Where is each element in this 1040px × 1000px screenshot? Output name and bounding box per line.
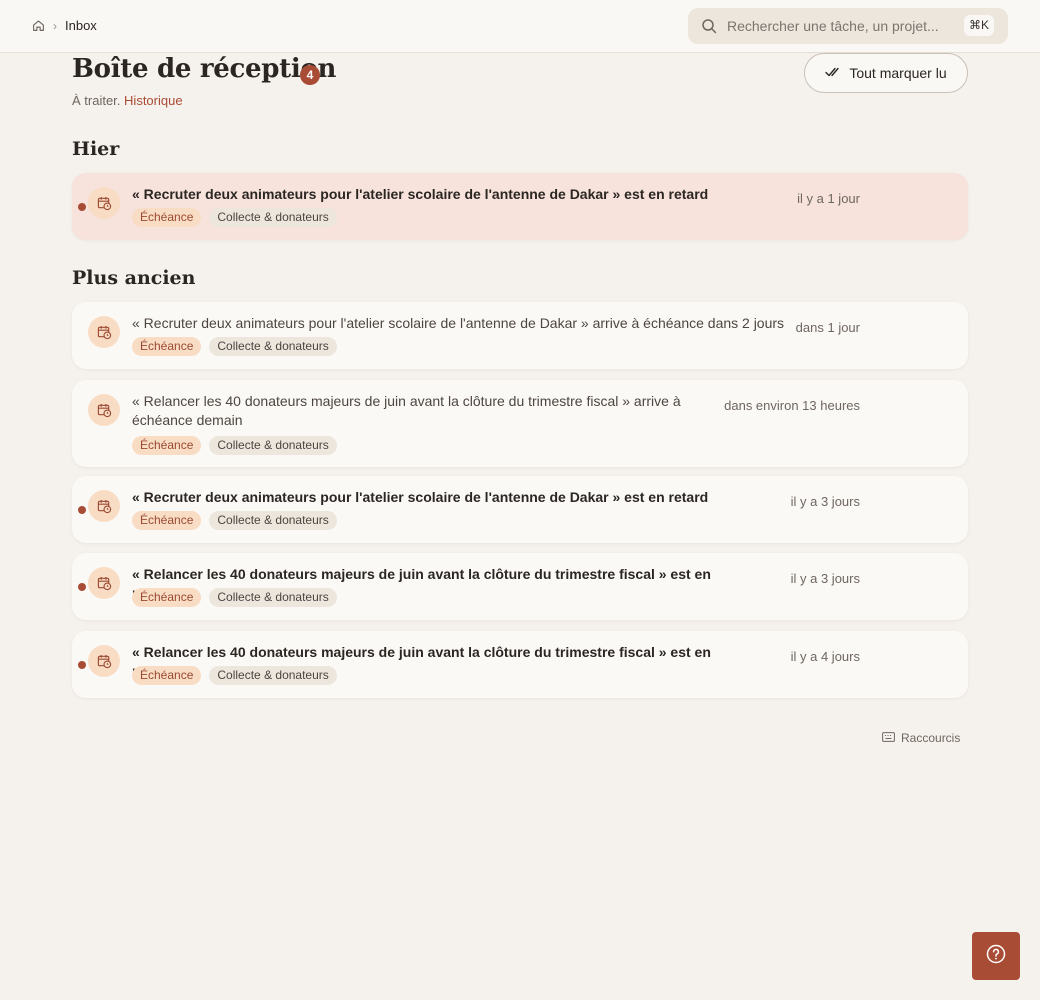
notification-item[interactable]: « Recruter deux animateurs pour l'atelie…	[72, 173, 968, 240]
unread-dot	[78, 506, 86, 514]
calendar-clock-icon	[88, 316, 120, 348]
unread-dot	[78, 661, 86, 669]
calendar-clock-icon	[88, 645, 120, 677]
notification-time: il y a 3 jours	[790, 571, 860, 586]
tag-due: Échéance	[132, 436, 202, 455]
notification-tags: Échéance Collecte & donateurs	[132, 588, 337, 607]
page-subtitle: À traiter. Historique	[72, 93, 183, 108]
section-title-older: Plus ancien	[72, 267, 196, 289]
notification-tags: Échéance Collecte & donateurs	[132, 208, 337, 227]
notification-item[interactable]: « Relancer les 40 donateurs majeurs de j…	[72, 380, 968, 467]
tag-project[interactable]: Collecte & donateurs	[209, 208, 337, 227]
double-check-icon	[825, 65, 841, 81]
tag-due: Échéance	[132, 588, 202, 607]
mark-all-read-button[interactable]: Tout marquer lu	[804, 53, 968, 93]
tag-due: Échéance	[132, 511, 202, 530]
notification-message: « Recruter deux animateurs pour l'atelie…	[132, 489, 709, 505]
notification-message: « Recruter deux animateurs pour l'atelie…	[132, 186, 709, 202]
search-input[interactable]: Rechercher une tâche, un projet... ⌘K	[688, 8, 1008, 44]
breadcrumb-current[interactable]: Inbox	[65, 18, 97, 33]
notification-item[interactable]: « Relancer les 40 donateurs majeurs de j…	[72, 631, 968, 698]
unread-dot	[78, 203, 86, 211]
page-title: Boîte de réception	[72, 54, 337, 84]
notification-tags: Échéance Collecte & donateurs	[132, 337, 337, 356]
top-bar: › Inbox Rechercher une tâche, un projet.…	[0, 0, 1040, 53]
help-button[interactable]	[972, 932, 1020, 980]
search-shortcut-badge: ⌘K	[963, 15, 994, 36]
chevron-right-icon: ›	[53, 18, 57, 33]
calendar-clock-icon	[88, 187, 120, 219]
notification-time: il y a 3 jours	[790, 494, 860, 509]
tag-due: Échéance	[132, 208, 202, 227]
notification-tags: Échéance Collecte & donateurs	[132, 436, 337, 455]
history-link[interactable]: Historique	[124, 93, 183, 108]
calendar-clock-icon	[88, 490, 120, 522]
tag-project[interactable]: Collecte & donateurs	[209, 588, 337, 607]
unread-count-badge: 4	[300, 65, 320, 85]
section-title-yesterday: Hier	[72, 138, 120, 160]
tag-project[interactable]: Collecte & donateurs	[209, 337, 337, 356]
mark-all-read-label: Tout marquer lu	[849, 65, 947, 81]
notification-time: il y a 1 jour	[797, 191, 860, 206]
subtitle-text: À traiter.	[72, 93, 121, 108]
shortcuts-button[interactable]: Raccourcis	[882, 731, 960, 745]
notification-time: dans 1 jour	[795, 320, 860, 335]
notification-item[interactable]: « Recruter deux animateurs pour l'atelie…	[72, 476, 968, 543]
help-icon	[986, 944, 1006, 969]
calendar-clock-icon	[88, 394, 120, 426]
notification-time: dans environ 13 heures	[724, 398, 860, 413]
search-icon	[701, 18, 717, 39]
notification-time: il y a 4 jours	[790, 649, 860, 664]
search-placeholder: Rechercher une tâche, un projet...	[727, 18, 939, 34]
notification-item[interactable]: « Relancer les 40 donateurs majeurs de j…	[72, 553, 968, 620]
unread-dot	[78, 583, 86, 591]
tag-project[interactable]: Collecte & donateurs	[209, 666, 337, 685]
notification-tags: Échéance Collecte & donateurs	[132, 511, 337, 530]
shortcuts-label: Raccourcis	[901, 731, 961, 745]
notification-message: « Recruter deux animateurs pour l'atelie…	[132, 315, 785, 331]
breadcrumb: › Inbox	[32, 18, 97, 33]
tag-project[interactable]: Collecte & donateurs	[209, 436, 337, 455]
notification-message: « Relancer les 40 donateurs majeurs de j…	[132, 393, 681, 428]
notification-tags: Échéance Collecte & donateurs	[132, 666, 337, 685]
keyboard-icon	[882, 731, 895, 745]
tag-due: Échéance	[132, 666, 202, 685]
notification-item[interactable]: « Recruter deux animateurs pour l'atelie…	[72, 302, 968, 369]
tag-due: Échéance	[132, 337, 202, 356]
calendar-clock-icon	[88, 567, 120, 599]
tag-project[interactable]: Collecte & donateurs	[209, 511, 337, 530]
home-icon[interactable]	[32, 19, 45, 32]
